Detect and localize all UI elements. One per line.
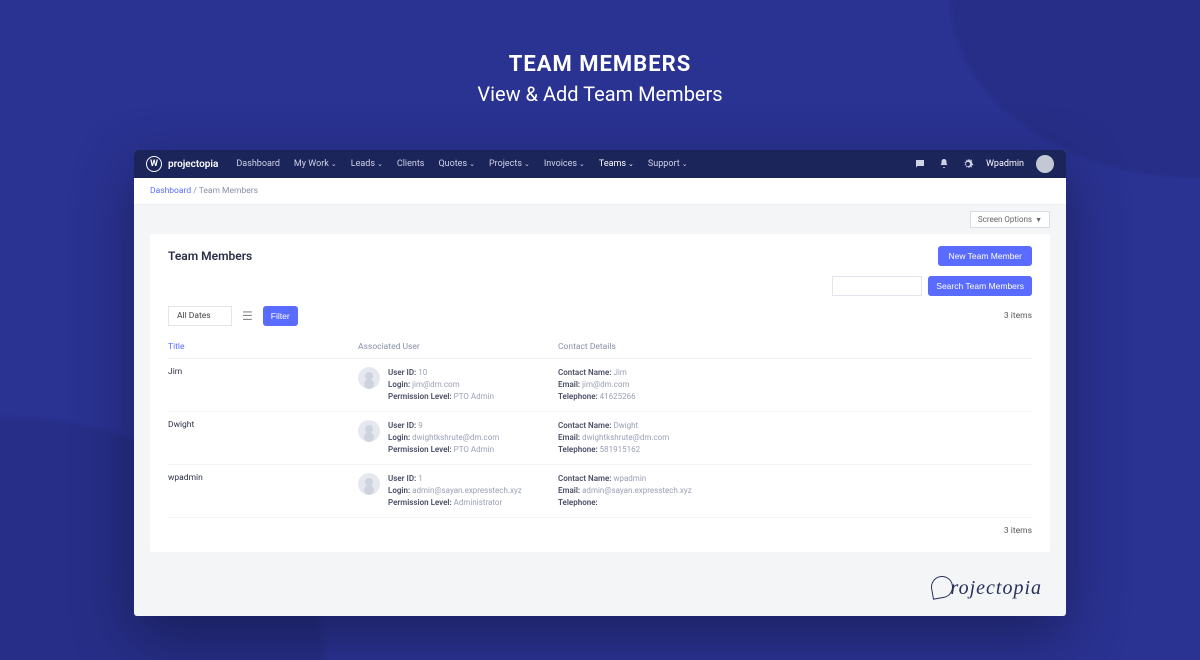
table-row[interactable]: DwightUser ID: 9Login: dwightkshrute@dm.…	[168, 412, 1032, 465]
nav-item-my-work[interactable]: My Work⌄	[294, 159, 337, 169]
nav-item-dashboard[interactable]: Dashboard	[236, 159, 280, 169]
filter-button[interactable]: Filter	[263, 306, 298, 326]
hero-title: TEAM MEMBERS	[0, 52, 1200, 77]
nav-item-quotes[interactable]: Quotes⌄	[438, 159, 475, 169]
nav-item-teams[interactable]: Teams⌄	[599, 159, 634, 169]
nav-item-support[interactable]: Support⌄	[648, 159, 688, 169]
nav-item-clients[interactable]: Clients	[397, 159, 425, 169]
team-members-panel: Team Members New Team Member Search Team…	[150, 234, 1050, 552]
table-row[interactable]: JimUser ID: 10Login: jim@dm.comPermissio…	[168, 359, 1032, 412]
top-nav-bar: W projectopia Dashboard My Work⌄ Leads⌄ Cli…	[134, 150, 1066, 178]
chevron-down-icon: ⌄	[579, 160, 585, 168]
new-team-member-button[interactable]: New Team Member	[938, 246, 1032, 266]
panel-title: Team Members	[168, 249, 252, 263]
column-user: Associated User	[358, 342, 558, 352]
table-row[interactable]: wpadminUser ID: 1Login: admin@sayan.expr…	[168, 465, 1032, 518]
nav-item-invoices[interactable]: Invoices⌄	[544, 159, 585, 169]
gear-icon[interactable]	[962, 158, 974, 170]
main-nav: Dashboard My Work⌄ Leads⌄ Clients Quotes⌄ Pro…	[236, 159, 687, 169]
nav-item-projects[interactable]: Projects⌄	[489, 159, 530, 169]
breadcrumb-root[interactable]: Dashboard	[150, 186, 191, 196]
chevron-down-icon: ⌄	[469, 160, 475, 168]
search-input[interactable]	[832, 276, 922, 296]
date-filter-select[interactable]: All Dates	[168, 306, 232, 326]
chevron-down-icon: ⌄	[331, 160, 337, 168]
items-count-top: 3 items	[1004, 311, 1032, 321]
items-count-bottom: 3 items	[1004, 526, 1032, 536]
nav-item-leads[interactable]: Leads⌄	[351, 159, 383, 169]
row-title[interactable]: Jim	[168, 367, 358, 403]
chevron-down-icon: ⌄	[377, 160, 383, 168]
hero-subtitle: View & Add Team Members	[0, 82, 1200, 106]
avatar-icon	[358, 473, 380, 495]
breadcrumb: Dashboard / Team Members	[134, 178, 1066, 205]
search-button[interactable]: Search Team Members	[928, 276, 1032, 296]
row-title[interactable]: Dwight	[168, 420, 358, 456]
sort-icon[interactable]: ☰	[242, 309, 253, 323]
app-window: W projectopia Dashboard My Work⌄ Leads⌄ Cli…	[134, 150, 1066, 616]
bell-icon[interactable]	[938, 158, 950, 170]
chevron-down-icon: ▼	[1035, 216, 1042, 224]
row-title[interactable]: wpadmin	[168, 473, 358, 509]
column-contact: Contact Details	[558, 342, 1032, 352]
chevron-down-icon: ⌄	[628, 160, 634, 168]
brand-label: projectopia	[168, 159, 218, 170]
avatar-icon	[358, 420, 380, 442]
wordpress-logo-icon: W	[146, 156, 162, 172]
breadcrumb-current: Team Members	[199, 186, 258, 196]
username-label[interactable]: Wpadmin	[986, 159, 1024, 169]
screen-options-button[interactable]: Screen Options ▼	[970, 211, 1050, 228]
column-title[interactable]: Title	[168, 342, 358, 352]
chevron-down-icon: ⌄	[682, 160, 688, 168]
avatar-icon	[358, 367, 380, 389]
chat-icon[interactable]	[914, 158, 926, 170]
user-avatar[interactable]	[1036, 155, 1054, 173]
footer-brand: rojectopia	[134, 562, 1066, 616]
chevron-down-icon: ⌄	[524, 160, 530, 168]
table-header: Title Associated User Contact Details	[168, 336, 1032, 359]
